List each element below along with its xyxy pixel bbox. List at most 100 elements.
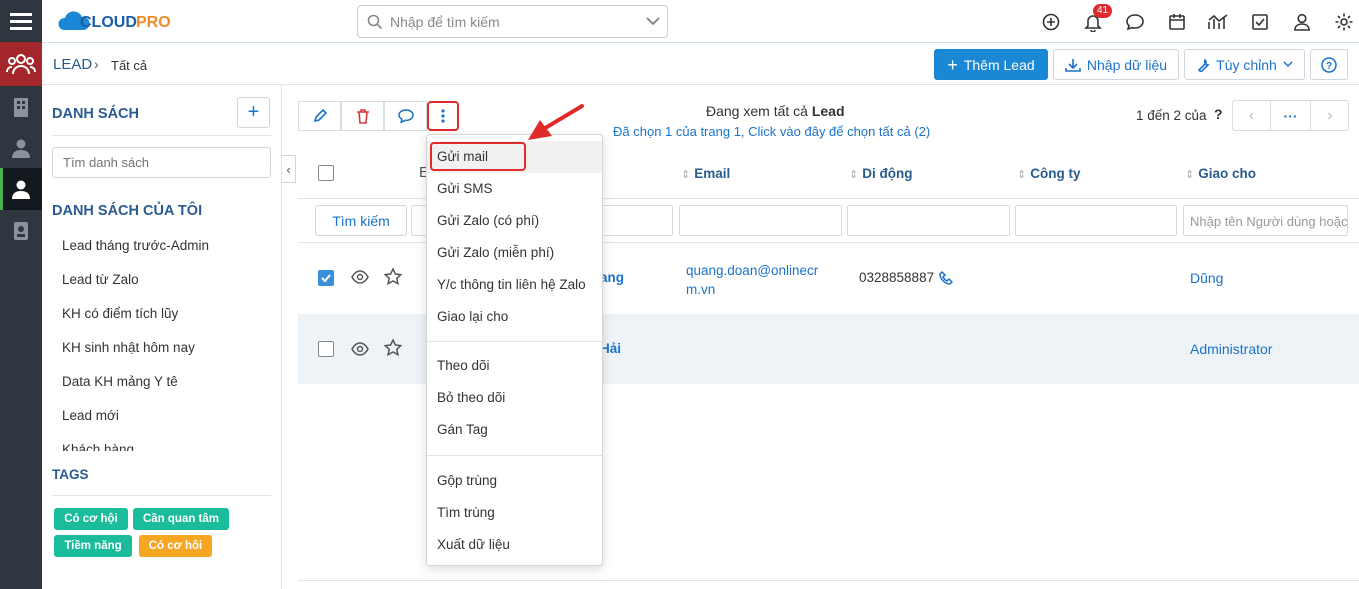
chevron-right-icon[interactable]: › xyxy=(1311,101,1349,130)
search-input[interactable] xyxy=(390,12,640,32)
list-item[interactable]: KH có điểm tích lũy xyxy=(62,306,178,321)
chart-icon[interactable] xyxy=(1206,10,1230,34)
menu-item-zalo-free[interactable]: Gửi Zalo (miễn phí) xyxy=(437,245,554,260)
calendar-icon[interactable] xyxy=(1165,10,1189,34)
filter-input[interactable] xyxy=(596,205,673,236)
hamburger-menu-icon[interactable] xyxy=(0,0,42,42)
customize-button[interactable]: Tùy chỉnh xyxy=(1184,49,1305,80)
tag-badge[interactable]: Có cơ hôi xyxy=(139,535,212,557)
lead-icon[interactable] xyxy=(0,168,42,210)
star-icon[interactable] xyxy=(384,339,402,357)
edit-button[interactable] xyxy=(298,101,341,131)
viewing-label: Đang xem tất cả Lead xyxy=(706,103,845,119)
lead-name-link[interactable]: Hải xyxy=(600,341,621,356)
lead-name-link[interactable]: ang xyxy=(600,270,624,285)
top-bar: CLOUD PRO 41 xyxy=(42,0,1359,43)
menu-item-merge-duplicates[interactable]: Gộp trùng xyxy=(437,473,497,488)
column-header-email[interactable]: ⇕ Email xyxy=(681,166,730,181)
tag-badge[interactable]: Cần quan tâm xyxy=(133,508,229,530)
help-button[interactable]: ? xyxy=(1310,49,1348,80)
list-search-input[interactable] xyxy=(52,147,271,178)
download-icon xyxy=(1065,58,1081,72)
select-all-link[interactable]: Đã chọn 1 của trang 1, Click vào đây để … xyxy=(613,124,930,139)
menu-item-zalo-paid[interactable]: Gửi Zalo (có phí) xyxy=(437,213,539,228)
row-checkbox[interactable] xyxy=(318,341,334,357)
row-checkbox[interactable] xyxy=(318,270,334,286)
filter-assignee-input[interactable]: Nhập tên Người dùng hoặc xyxy=(1183,205,1348,236)
cloudpro-logo[interactable]: CLOUD PRO xyxy=(58,8,180,39)
svg-text:?: ? xyxy=(1326,61,1332,72)
question-icon[interactable]: ? xyxy=(1214,106,1223,122)
eye-icon[interactable] xyxy=(351,342,369,356)
svg-text:CLOUD: CLOUD xyxy=(80,14,137,31)
list-item[interactable]: Data KH mảng Y tê xyxy=(62,374,178,389)
column-label: Email xyxy=(694,166,731,181)
list-item[interactable]: Khách hàng xyxy=(62,442,134,451)
chevron-left-icon[interactable]: ‹ xyxy=(1233,101,1271,130)
menu-item-follow[interactable]: Theo dõi xyxy=(437,358,490,373)
chat-icon[interactable] xyxy=(1123,10,1147,34)
checkbox-task-icon[interactable] xyxy=(1248,10,1272,34)
breadcrumb-root[interactable]: LEAD xyxy=(53,56,92,73)
breadcrumb-current: Tất cả xyxy=(111,58,148,73)
my-lists: Lead tháng trước-Admin Lead từ Zalo KH c… xyxy=(42,229,281,451)
menu-item-unfollow[interactable]: Bỏ theo dõi xyxy=(437,390,505,405)
import-label: Nhập dữ liệu xyxy=(1086,56,1168,73)
add-circle-icon[interactable] xyxy=(1039,10,1063,34)
add-lead-button[interactable]: + Thêm Lead xyxy=(934,49,1048,80)
help-icon: ? xyxy=(1321,56,1337,73)
more-pages-icon[interactable]: ··· xyxy=(1271,101,1311,130)
delete-button[interactable] xyxy=(341,101,384,131)
list-item[interactable]: Lead tháng trước-Admin xyxy=(62,238,209,253)
select-all-checkbox[interactable] xyxy=(318,165,334,181)
filter-mobile-input[interactable] xyxy=(847,205,1010,236)
pagination-controls: ‹ ··· › xyxy=(1232,100,1349,131)
chevron-down-icon[interactable] xyxy=(646,16,660,26)
column-label: Công ty xyxy=(1030,166,1081,181)
assignee-link[interactable]: Administrator xyxy=(1190,341,1272,357)
viewing-module: Lead xyxy=(811,103,845,119)
left-rail xyxy=(0,0,42,589)
eye-icon[interactable] xyxy=(351,270,369,284)
trash-icon xyxy=(356,108,369,124)
menu-item-send-sms[interactable]: Gửi SMS xyxy=(437,181,493,196)
assignee-link[interactable]: Dũng xyxy=(1190,270,1223,286)
import-button[interactable]: Nhập dữ liệu xyxy=(1053,49,1179,80)
global-search[interactable] xyxy=(357,5,668,38)
column-header-assignee[interactable]: ⇕ Giao cho xyxy=(1185,166,1256,181)
more-actions-button[interactable] xyxy=(427,101,459,131)
menu-item-zalo-request[interactable]: Y/c thông tin liên hệ Zalo xyxy=(437,277,586,292)
list-item[interactable]: Lead mới xyxy=(62,408,119,423)
tag-badge[interactable]: Có cơ hội xyxy=(54,508,128,530)
menu-item-send-mail[interactable]: Gửi mail xyxy=(437,149,488,164)
menu-item-assign-tag[interactable]: Gán Tag xyxy=(437,422,488,437)
customers-icon[interactable] xyxy=(0,42,42,86)
menu-item-reassign[interactable]: Giao lại cho xyxy=(437,309,508,324)
pencil-icon xyxy=(313,109,327,123)
collapse-sidebar-button[interactable]: ‹ xyxy=(282,155,296,183)
user-profile-icon[interactable] xyxy=(1290,10,1314,34)
column-header-mobile[interactable]: ⇕ Di động xyxy=(849,166,912,181)
list-item[interactable]: KH sinh nhật hôm nay xyxy=(62,340,195,355)
star-icon[interactable] xyxy=(384,268,402,286)
comment-button[interactable] xyxy=(384,101,427,131)
phone-icon[interactable] xyxy=(939,271,953,285)
filter-email-input[interactable] xyxy=(679,205,842,236)
viewing-prefix: Đang xem tất cả xyxy=(706,103,808,119)
column-label: Giao cho xyxy=(1198,166,1256,181)
tag-badge[interactable]: Tiềm năng xyxy=(54,535,132,557)
email-link[interactable]: quang.doan@onlinecr m.vn xyxy=(686,261,836,299)
column-header-company[interactable]: ⇕ Công ty xyxy=(1017,166,1080,181)
comment-icon xyxy=(397,109,414,123)
add-list-button[interactable]: + xyxy=(237,97,270,128)
list-item[interactable]: Lead từ Zalo xyxy=(62,272,139,287)
gear-icon[interactable] xyxy=(1332,10,1356,34)
filter-company-input[interactable] xyxy=(1015,205,1177,236)
menu-item-export-data[interactable]: Xuất dữ liệu xyxy=(437,537,510,552)
my-lists-title: DANH SÁCH CỦA TÔI xyxy=(52,203,203,219)
search-button[interactable]: Tìm kiếm xyxy=(315,205,407,236)
building-icon[interactable] xyxy=(0,86,42,128)
menu-item-find-duplicates[interactable]: Tìm trùng xyxy=(437,505,495,520)
contact-card-icon[interactable] xyxy=(0,210,42,252)
contacts-icon[interactable] xyxy=(0,127,42,169)
